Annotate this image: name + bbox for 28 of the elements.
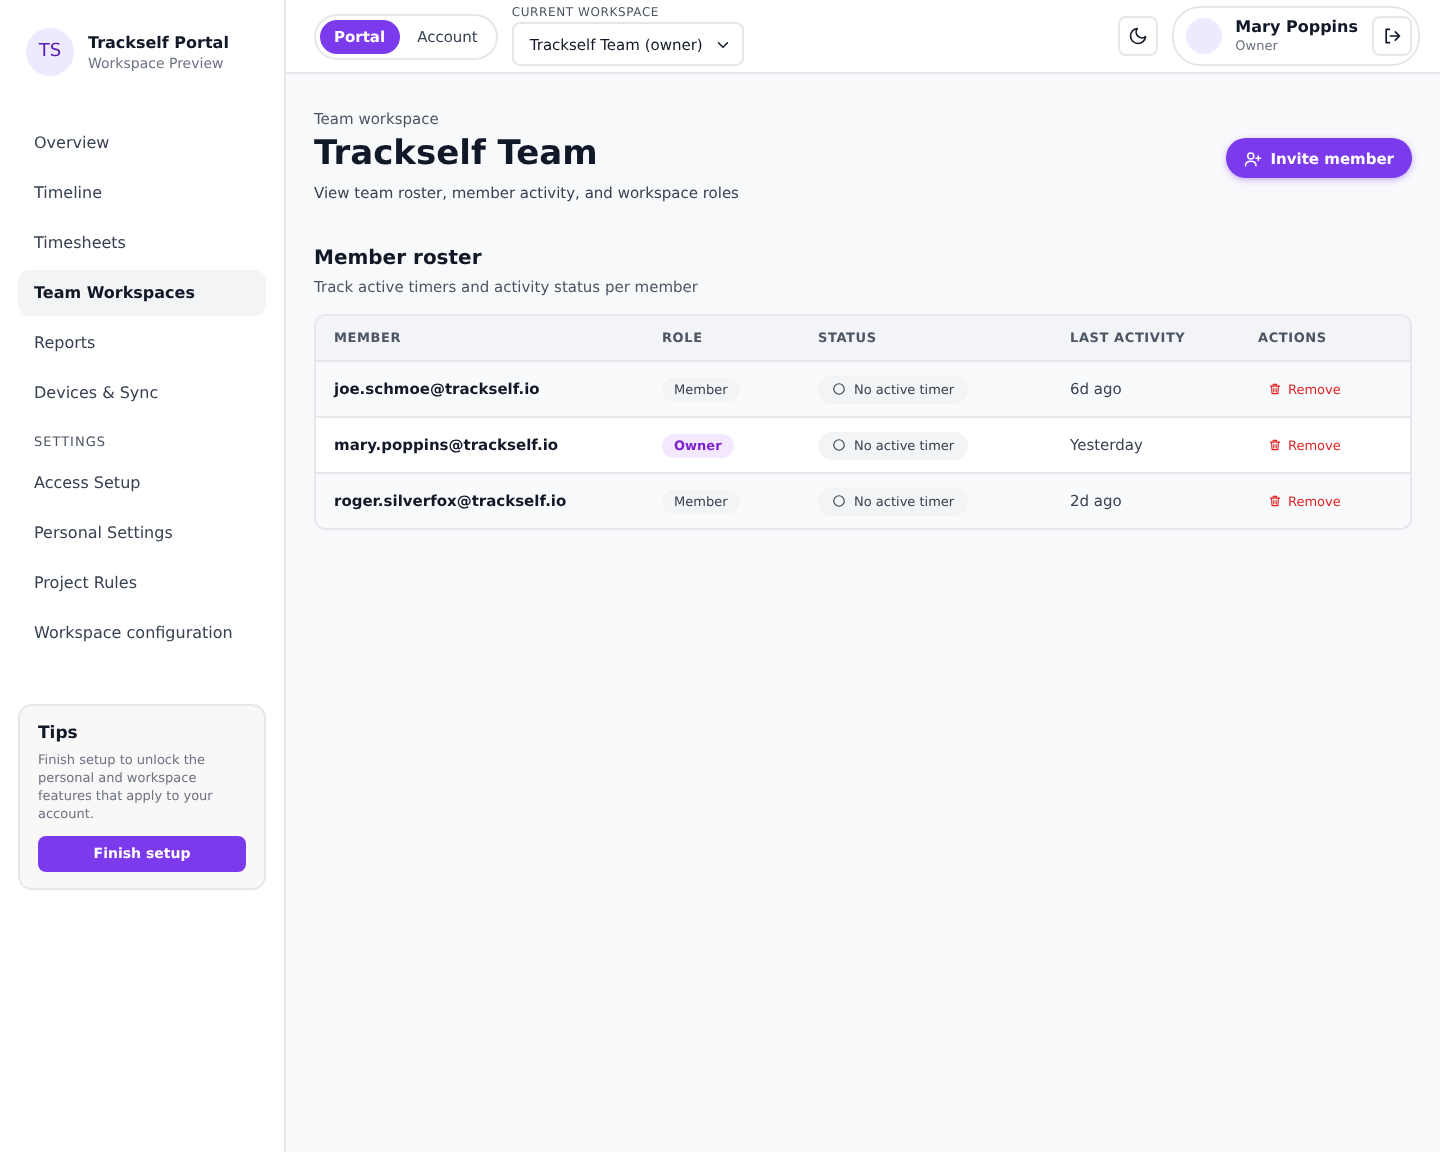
sidebar-item[interactable]: Reports: [18, 320, 266, 366]
circle-icon: [832, 438, 846, 452]
sidebar-item[interactable]: Devices & Sync: [18, 370, 266, 416]
logout-button[interactable]: [1372, 16, 1412, 56]
trash-icon: [1268, 382, 1282, 396]
sidebar-item[interactable]: Access Setup: [18, 460, 266, 506]
sidebar-item[interactable]: Overview: [18, 120, 266, 166]
sidebar-item[interactable]: Personal Settings: [18, 510, 266, 556]
user-plus-icon: [1244, 149, 1263, 167]
sidebar-item[interactable]: Timeline: [18, 170, 266, 216]
logout-icon: [1382, 26, 1402, 46]
user-avatar: [1185, 18, 1222, 54]
sidebar-item[interactable]: Project Rules: [18, 560, 266, 606]
trash-icon: [1268, 438, 1282, 452]
tips-title: Tips: [38, 724, 80, 744]
page-title: Trackself Team: [314, 134, 600, 174]
circle-icon: [832, 494, 846, 508]
moon-icon: [1127, 26, 1148, 46]
trash-icon: [1268, 494, 1282, 508]
circle-icon: [832, 382, 846, 396]
user-name: Mary Poppins: [1235, 18, 1358, 36]
app-title: Trackself Portal: [88, 33, 229, 51]
theme-toggle-button[interactable]: [1117, 16, 1158, 56]
sidebar-item[interactable]: Workspace configuration: [18, 610, 266, 656]
section-title: Member roster: [314, 248, 484, 270]
avatar: TS: [26, 28, 74, 76]
sidebar-item[interactable]: Team Workspaces: [18, 270, 266, 316]
sidebar-item[interactable]: Timesheets: [18, 220, 266, 266]
